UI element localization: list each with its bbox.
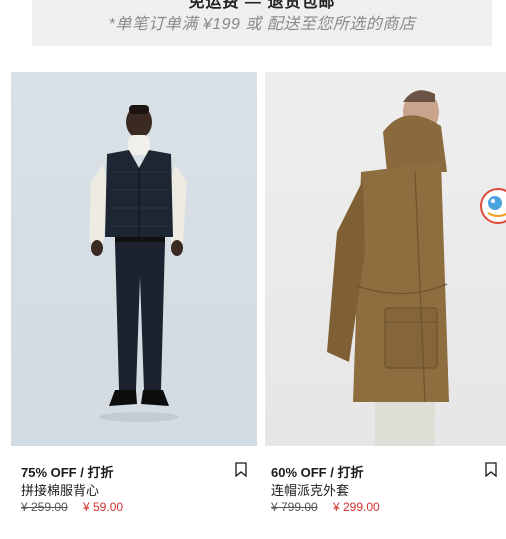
discount-label: 60% OFF / 打折 <box>271 465 364 480</box>
discount-label: 75% OFF / 打折 <box>21 465 114 480</box>
banner-subtitle: *单笔订单满 ¥199 或 配送至您所选的商店 <box>108 16 416 33</box>
bookmark-icon[interactable] <box>235 462 247 477</box>
product-image-vest[interactable] <box>11 72 257 446</box>
sale-price: ¥ 59.00 <box>83 500 124 514</box>
vest-model-illustration <box>89 105 187 422</box>
original-price: ¥ 799.00 <box>271 500 318 514</box>
product-card-parka[interactable]: 60% OFF / 打折 连帽派克外套 ¥ 799.00 ¥ 299.00 <box>265 72 506 514</box>
sale-price: ¥ 299.00 <box>333 500 380 514</box>
promo-float-icon[interactable] <box>478 186 506 226</box>
product-card-vest[interactable]: 75% OFF / 打折 拼接棉服背心 ¥ 259.00 ¥ 59.00 <box>11 72 257 514</box>
product-name[interactable]: 拼接棉服背心 <box>21 480 99 499</box>
product-name[interactable]: 连帽派克外套 <box>271 480 349 499</box>
original-price: ¥ 259.00 <box>21 500 68 514</box>
product-image-parka[interactable] <box>265 72 506 446</box>
bookmark-icon[interactable] <box>485 462 497 477</box>
parka-model-illustration <box>327 90 449 446</box>
shipping-banner: 免运费 — 退货包邮 *单笔订单满 ¥199 或 配送至您所选的商店 <box>32 0 492 46</box>
